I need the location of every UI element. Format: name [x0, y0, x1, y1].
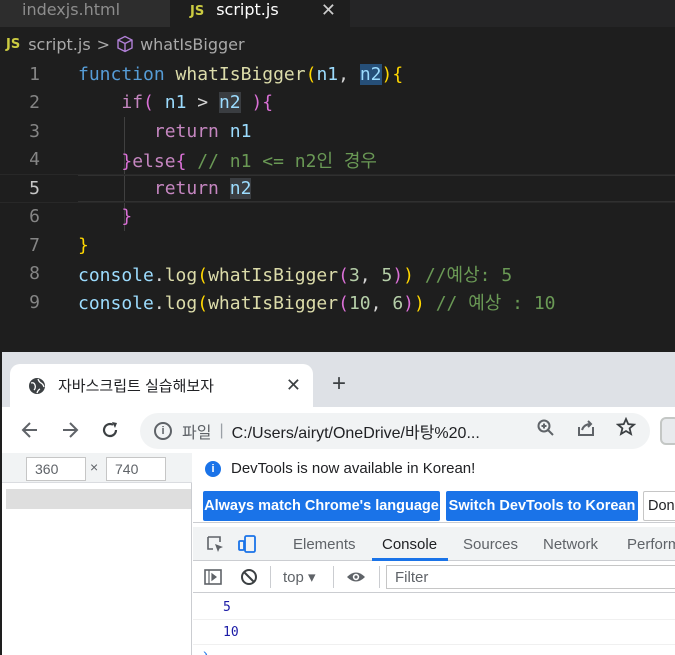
line-number: 4 — [29, 149, 40, 171]
breadcrumb-symbol[interactable]: whatIsBigger — [140, 35, 245, 54]
editor-tab-bar: indexjs.html JS script.js ✕ — [0, 0, 675, 27]
code-editor[interactable]: 1 function whatIsBigger(n1, n2){ 2 if( n… — [0, 60, 675, 317]
tab-sources[interactable]: Sources — [463, 536, 518, 553]
reload-icon[interactable] — [100, 420, 120, 440]
console-prompt-icon[interactable]: › — [203, 645, 208, 655]
console-log-line: 5 — [193, 595, 675, 620]
code-line[interactable]: 1 function whatIsBigger(n1, n2){ — [0, 60, 675, 89]
line-number: 8 — [29, 263, 40, 285]
browser-tab[interactable]: 자바스크립트 실습해보자 ✕ — [10, 364, 313, 407]
tab-label: indexjs.html — [22, 0, 121, 19]
switch-korean-button[interactable]: Switch DevTools to Korean — [446, 491, 638, 521]
address-bar[interactable]: i 파일 | C:/Users/airyt/OneDrive/바탕%20... — [140, 413, 650, 449]
console-log-line: 10 — [193, 620, 675, 645]
chevron-right-icon: > — [96, 34, 111, 54]
js-file-icon: JS — [6, 36, 21, 52]
eye-icon[interactable] — [346, 567, 366, 587]
back-icon[interactable] — [20, 420, 40, 440]
bookmark-star-icon[interactable] — [616, 417, 636, 437]
context-selector[interactable]: top ▾ — [283, 568, 316, 586]
url-text[interactable]: C:/Users/airyt/OneDrive/바탕%20... — [232, 419, 480, 443]
tab-network[interactable]: Network — [543, 536, 598, 553]
globe-icon — [29, 377, 45, 394]
site-label: 파일 — [182, 425, 212, 442]
line-number: 7 — [29, 234, 40, 256]
sidebar-toggle-icon[interactable] — [203, 567, 223, 587]
zoom-icon[interactable] — [536, 418, 556, 438]
viewport-width-input[interactable]: 360 — [26, 457, 86, 481]
language-notice: i DevTools is now available in Korean! A… — [193, 453, 675, 523]
js-file-icon: JS — [190, 4, 205, 19]
browser-toolbar: i 파일 | C:/Users/airyt/OneDrive/바탕%20... — [2, 407, 675, 453]
tab-console[interactable]: Console — [382, 536, 437, 553]
console-toolbar: top ▾ Filter — [193, 561, 675, 593]
dimensions-bar: 360 × 740 — [2, 453, 192, 483]
breadcrumb-file[interactable]: script.js — [28, 35, 90, 54]
share-icon[interactable] — [576, 418, 596, 438]
tab-elements[interactable]: Elements — [293, 536, 356, 553]
tab-script-js[interactable]: JS script.js ✕ — [170, 0, 350, 27]
divider: | — [219, 422, 224, 439]
code-line[interactable]: 8 console.log(whatIsBigger(3, 5)) //예상: … — [0, 260, 675, 289]
code-line[interactable]: 6 } — [0, 203, 675, 232]
tab-performance[interactable]: Perform — [627, 536, 675, 553]
tab-indexjs-html[interactable]: indexjs.html — [0, 0, 170, 27]
code-line[interactable]: 9 console.log(whatIsBigger(10, 6)) // 예상… — [0, 288, 675, 317]
devtools-panel: i DevTools is now available in Korean! A… — [193, 453, 675, 655]
code-line[interactable]: 2 if( n1 > n2 ){ — [0, 89, 675, 118]
extension-icon[interactable] — [660, 417, 675, 445]
line-number: 5 — [29, 177, 40, 199]
tab-label: script.js — [216, 0, 279, 19]
forward-icon[interactable] — [60, 420, 80, 440]
breadcrumb: JS script.js > whatIsBigger — [0, 30, 675, 58]
viewport-height-input[interactable]: 740 — [106, 457, 166, 481]
code-line-current[interactable]: 5 return n2 — [0, 174, 675, 203]
devtools-tab-bar: Elements Console Sources Network Perform — [193, 527, 675, 561]
dont-show-button[interactable]: Don't — [643, 491, 675, 521]
info-icon: i — [205, 460, 221, 477]
notice-text: DevTools is now available in Korean! — [231, 460, 476, 477]
line-number: 3 — [29, 120, 40, 142]
close-icon[interactable]: ✕ — [321, 0, 336, 21]
browser-tab-title: 자바스크립트 실습해보자 — [58, 378, 214, 395]
code-line[interactable]: 7 } — [0, 231, 675, 260]
close-icon[interactable]: ✕ — [286, 375, 301, 396]
clear-console-icon[interactable] — [239, 567, 259, 587]
line-number: 6 — [29, 206, 40, 228]
new-tab-button[interactable]: + — [332, 370, 346, 398]
device-viewport: 360 × 740 — [2, 453, 192, 655]
times-sign: × — [90, 459, 99, 475]
code-line[interactable]: 4 }else{ // n1 <= n2인 경우 — [0, 146, 675, 175]
info-icon[interactable]: i — [154, 422, 172, 440]
media-query-bar[interactable] — [6, 489, 191, 509]
code-line[interactable]: 3 return n1 — [0, 117, 675, 146]
inspect-element-icon[interactable] — [205, 534, 225, 554]
method-cube-icon — [117, 35, 133, 53]
line-number: 1 — [29, 63, 40, 85]
filter-input[interactable]: Filter — [386, 565, 675, 589]
line-number: 2 — [29, 92, 40, 114]
device-toolbar-icon[interactable] — [237, 534, 257, 554]
divider — [270, 566, 271, 588]
browser-tab-strip: 자바스크립트 실습해보자 ✕ + — [2, 352, 675, 407]
divider — [333, 566, 334, 588]
line-number: 9 — [29, 291, 40, 313]
chrome-window: 자바스크립트 실습해보자 ✕ + i 파일 | C:/Users/airyt/O… — [2, 352, 675, 655]
match-language-button[interactable]: Always match Chrome's language — [203, 491, 440, 521]
divider — [379, 566, 380, 588]
